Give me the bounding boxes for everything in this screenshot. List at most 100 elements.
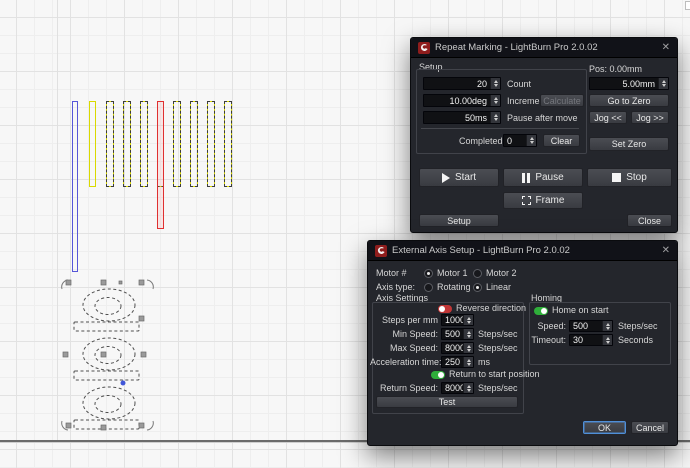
spinner-up-icon[interactable]	[662, 80, 666, 83]
spinner-arrows[interactable]	[463, 315, 473, 325]
stop-button[interactable]: Stop	[587, 168, 672, 187]
rotating-radio[interactable]	[424, 283, 433, 292]
close-button[interactable]: Close	[627, 214, 672, 227]
text-glyph-p[interactable]	[74, 289, 139, 331]
return-speed-spinner[interactable]: 8000	[441, 382, 474, 394]
count-spinner[interactable]: 20	[423, 77, 501, 90]
spinner-down-icon[interactable]	[467, 363, 471, 366]
return-to-start-toggle[interactable]	[431, 371, 445, 379]
position-value[interactable]: 5.00mm	[590, 79, 658, 89]
motor1-radio[interactable]	[424, 269, 433, 278]
frame-button[interactable]: Frame	[503, 192, 583, 209]
pause-button[interactable]: Pause	[503, 168, 583, 187]
text-glyph-p[interactable]	[74, 387, 139, 429]
max-speed-spinner[interactable]: 8000	[441, 342, 474, 354]
spinner-up-icon[interactable]	[494, 80, 498, 83]
spinner-arrows[interactable]	[490, 112, 500, 123]
spinner-arrows[interactable]	[463, 329, 473, 339]
increment-value[interactable]: 10.00deg	[424, 96, 490, 106]
spinner-up-icon[interactable]	[467, 359, 471, 362]
spinner-up-icon[interactable]	[530, 137, 534, 140]
reverse-direction-toggle[interactable]	[438, 305, 452, 313]
spinner-up-icon[interactable]	[606, 323, 610, 326]
cancel-button[interactable]: Cancel	[631, 421, 669, 434]
linear-radio[interactable]	[473, 283, 482, 292]
red-bar-shape[interactable]	[157, 101, 164, 229]
spinner-arrows[interactable]	[602, 335, 612, 345]
homing-speed-spinner[interactable]: 500	[569, 320, 613, 332]
dashed-bar-shape[interactable]	[207, 101, 215, 187]
set-zero-button[interactable]: Set Zero	[589, 137, 669, 151]
clear-button[interactable]: Clear	[543, 134, 580, 147]
timeout-spinner[interactable]: 30	[569, 334, 613, 346]
spinner-down-icon[interactable]	[467, 349, 471, 352]
steps-per-mm-spinner[interactable]: 1000.0	[441, 314, 474, 326]
spinner-down-icon[interactable]	[467, 389, 471, 392]
jog-back-button[interactable]: Jog <<	[589, 111, 627, 124]
completed-value[interactable]: 0	[504, 136, 526, 146]
spinner-down-icon[interactable]	[606, 341, 610, 344]
return-speed-value[interactable]: 8000	[442, 383, 463, 393]
spinner-down-icon[interactable]	[494, 118, 498, 121]
close-icon[interactable]: ✕	[662, 246, 670, 256]
spinner-arrows[interactable]	[490, 78, 500, 89]
spinner-up-icon[interactable]	[494, 114, 498, 117]
spinner-down-icon[interactable]	[606, 327, 610, 330]
spinner-down-icon[interactable]	[530, 141, 534, 144]
steps-per-mm-value[interactable]: 1000.0	[442, 315, 463, 325]
home-on-start-toggle[interactable]	[534, 307, 548, 315]
increment-spinner[interactable]: 10.00deg	[423, 94, 501, 107]
acceleration-spinner[interactable]: 250	[441, 356, 474, 368]
completed-spinner[interactable]: 0	[503, 134, 537, 147]
close-icon[interactable]: ✕	[662, 43, 670, 53]
spinner-arrows[interactable]	[602, 321, 612, 331]
spinner-up-icon[interactable]	[467, 317, 471, 320]
spinner-down-icon[interactable]	[494, 101, 498, 104]
rotate-handle-icon[interactable]	[62, 280, 154, 430]
spinner-down-icon[interactable]	[662, 84, 666, 87]
pause-after-move-spinner[interactable]: 50ms	[423, 111, 501, 124]
blue-bar-shape[interactable]	[72, 101, 78, 272]
ok-button[interactable]: OK	[583, 421, 626, 434]
max-speed-value[interactable]: 8000	[442, 343, 463, 353]
spinner-down-icon[interactable]	[494, 84, 498, 87]
repeat-marking-titlebar[interactable]: Repeat Marking - LightBurn Pro 2.0.02 ✕	[411, 38, 677, 58]
timeout-value[interactable]: 30	[570, 335, 602, 345]
dashed-bar-shape[interactable]	[106, 101, 114, 187]
yellow-bar-shape[interactable]	[89, 101, 96, 187]
external-axis-titlebar[interactable]: External Axis Setup - LightBurn Pro 2.0.…	[368, 241, 677, 261]
spinner-up-icon[interactable]	[606, 337, 610, 340]
spinner-arrows[interactable]	[658, 78, 668, 89]
min-speed-spinner[interactable]: 500	[441, 328, 474, 340]
min-speed-value[interactable]: 500	[442, 329, 463, 339]
dashed-bar-shape[interactable]	[224, 101, 232, 187]
selection-handle[interactable]	[63, 280, 146, 430]
setup-button[interactable]: Setup	[419, 214, 499, 227]
spinner-arrows[interactable]	[463, 357, 473, 367]
start-button[interactable]: Start	[419, 168, 499, 187]
spinner-down-icon[interactable]	[467, 321, 471, 324]
spinner-arrows[interactable]	[463, 383, 473, 393]
spinner-up-icon[interactable]	[467, 385, 471, 388]
test-button[interactable]: Test	[376, 396, 518, 408]
calculate-button[interactable]: Calculate	[540, 94, 584, 107]
homing-speed-value[interactable]: 500	[570, 321, 602, 331]
spinner-down-icon[interactable]	[467, 335, 471, 338]
selected-text-object[interactable]	[55, 275, 160, 440]
dashed-bar-shape[interactable]	[173, 101, 181, 187]
spinner-up-icon[interactable]	[467, 345, 471, 348]
text-glyph-p[interactable]	[74, 338, 139, 380]
go-to-zero-button[interactable]: Go to Zero	[589, 94, 669, 107]
count-value[interactable]: 20	[424, 79, 490, 89]
spinner-arrows[interactable]	[526, 135, 536, 146]
spinner-up-icon[interactable]	[494, 97, 498, 100]
spinner-up-icon[interactable]	[467, 331, 471, 334]
motor2-radio[interactable]	[473, 269, 482, 278]
position-spinner[interactable]: 5.00mm	[589, 77, 669, 90]
acceleration-value[interactable]: 250	[442, 357, 463, 367]
pause-after-move-value[interactable]: 50ms	[424, 113, 490, 123]
dashed-bar-shape[interactable]	[190, 101, 198, 187]
dashed-bar-shape[interactable]	[123, 101, 131, 187]
spinner-arrows[interactable]	[463, 343, 473, 353]
dashed-bar-shape[interactable]	[140, 101, 148, 187]
